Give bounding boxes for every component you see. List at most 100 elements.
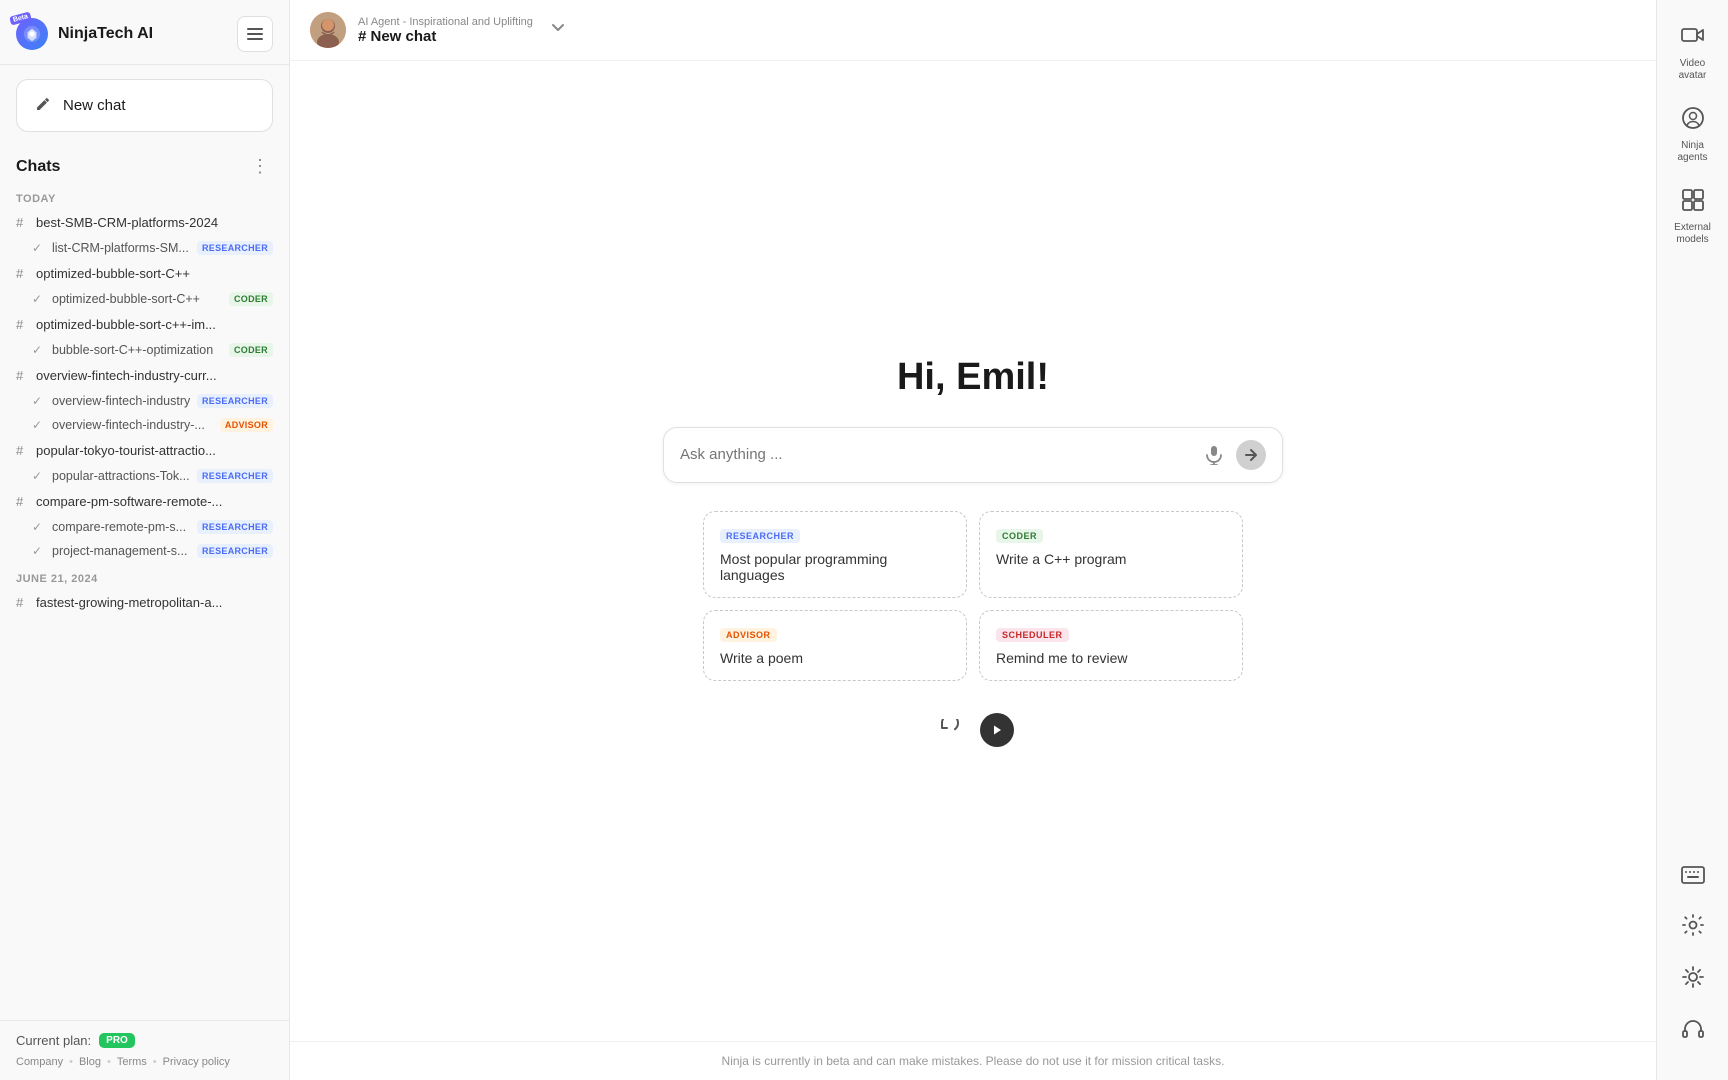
right-nav-ninja-label: Ninja agents (1670, 140, 1716, 164)
footer-blog-link[interactable]: Blog (79, 1056, 101, 1068)
badge-advisor: ADVISOR (220, 418, 273, 432)
chat-group-label: compare-pm-software-remote-... (36, 494, 273, 509)
gear-icon (1682, 914, 1704, 936)
sidebar: Beta NinjaTech AI New chat (0, 0, 290, 1080)
send-icon (1244, 448, 1258, 462)
chats-title: Chats (16, 158, 60, 176)
right-sidebar: Video avatar Ninja agents External model… (1656, 0, 1728, 1080)
hash-icon: # (16, 266, 30, 281)
grid-icon (1681, 188, 1705, 212)
ninja-icon (1681, 106, 1705, 130)
sub-label: list-CRM-platforms-SM... (52, 241, 191, 255)
right-nav-theme[interactable] (1662, 956, 1724, 1004)
card-badge-scheduler: SCHEDULER (996, 628, 1069, 642)
footer-dot: • (153, 1056, 157, 1068)
chat-group-tokyo[interactable]: # popular-tokyo-tourist-attractio... (8, 437, 281, 464)
chats-menu-button[interactable]: ⋮ (247, 154, 273, 179)
right-nav-external-models[interactable]: External models (1662, 178, 1724, 256)
theme-icon (1682, 966, 1704, 994)
date-label-june: JUNE 21, 2024 (8, 563, 281, 589)
sub-label: project-management-s... (52, 544, 191, 558)
check-icon: ✓ (32, 394, 46, 408)
right-nav-keyboard[interactable] (1662, 854, 1724, 900)
ninja-logo-icon (23, 25, 41, 43)
chat-sub-project-mgmt[interactable]: ✓ project-management-s... RESEARCHER (8, 539, 281, 563)
chat-group-label: optimized-bubble-sort-C++ (36, 266, 273, 281)
chat-sub-fintech-industry[interactable]: ✓ overview-fintech-industry RESEARCHER (8, 389, 281, 413)
sub-label: compare-remote-pm-s... (52, 520, 191, 534)
hash-icon: # (16, 595, 30, 610)
card-text-researcher: Most popular programming languages (720, 551, 950, 583)
dropdown-button[interactable] (549, 19, 567, 42)
chat-group-best-smb[interactable]: # best-SMB-CRM-platforms-2024 (8, 209, 281, 236)
sub-label: overview-fintech-industry (52, 394, 191, 408)
notice-text: Ninja is currently in beta and can make … (722, 1054, 1225, 1068)
right-nav-video-label: Video avatar (1670, 58, 1716, 82)
right-nav-ninja-agents[interactable]: Ninja agents (1662, 96, 1724, 174)
card-badge-researcher: RESEARCHER (720, 529, 800, 543)
hash-icon: # (16, 494, 30, 509)
badge-researcher: RESEARCHER (197, 394, 273, 408)
chat-sub-bubble-opt[interactable]: ✓ bubble-sort-C++-optimization CODER (8, 338, 281, 362)
suggestion-card-scheduler[interactable]: SCHEDULER Remind me to review (979, 610, 1243, 681)
suggestion-card-advisor[interactable]: ADVISOR Write a poem (703, 610, 967, 681)
video-icon (1681, 26, 1705, 54)
suggestion-card-researcher[interactable]: RESEARCHER Most popular programming lang… (703, 511, 967, 598)
footer-links: Company • Blog • Terms • Privacy policy (16, 1056, 273, 1068)
chat-sub-remote-pm[interactable]: ✓ compare-remote-pm-s... RESEARCHER (8, 515, 281, 539)
chats-header: Chats ⋮ (8, 146, 281, 183)
chevron-down-icon (549, 19, 567, 37)
chat-sub-tokyo[interactable]: ✓ popular-attractions-Tok... RESEARCHER (8, 464, 281, 488)
badge-researcher: RESEARCHER (197, 241, 273, 255)
right-nav-headset[interactable] (1662, 1008, 1724, 1056)
chat-group-pm[interactable]: # compare-pm-software-remote-... (8, 488, 281, 515)
input-area (663, 427, 1283, 483)
sub-label: optimized-bubble-sort-C++ (52, 292, 223, 306)
chat-group-label: fastest-growing-metropolitan-a... (36, 595, 273, 610)
chat-content: Hi, Emil! (290, 61, 1656, 1041)
chat-input[interactable] (680, 446, 1192, 463)
chat-group-optimized-bubble[interactable]: # optimized-bubble-sort-C++ (8, 260, 281, 287)
check-icon: ✓ (32, 292, 46, 306)
footer-terms-link[interactable]: Terms (117, 1056, 147, 1068)
chat-group-label: best-SMB-CRM-platforms-2024 (36, 215, 273, 230)
greeting: Hi, Emil! (897, 356, 1049, 399)
chat-group-fintech[interactable]: # overview-fintech-industry-curr... (8, 362, 281, 389)
bottom-notice: Ninja is currently in beta and can make … (290, 1041, 1656, 1080)
play-button[interactable] (980, 713, 1014, 747)
menu-button[interactable] (237, 16, 273, 52)
footer-privacy-link[interactable]: Privacy policy (163, 1056, 230, 1068)
hash-icon: # (16, 215, 30, 230)
chat-sub-fintech-advisor[interactable]: ✓ overview-fintech-industry-... ADVISOR (8, 413, 281, 437)
new-chat-button[interactable]: New chat (16, 79, 273, 132)
new-chat-label: New chat (63, 97, 126, 114)
refresh-button[interactable] (932, 713, 966, 747)
agent-avatar-img (310, 12, 346, 48)
card-text-scheduler: Remind me to review (996, 650, 1226, 666)
chat-group-label: overview-fintech-industry-curr... (36, 368, 273, 383)
sub-label: overview-fintech-industry-... (52, 418, 214, 432)
keyboard-svg-icon (1681, 866, 1705, 884)
chat-sub-list-crm[interactable]: ✓ list-CRM-platforms-SM... RESEARCHER (8, 236, 281, 260)
right-nav-settings[interactable] (1662, 904, 1724, 952)
send-button[interactable] (1236, 440, 1266, 470)
check-icon: ✓ (32, 343, 46, 357)
external-models-icon (1681, 188, 1705, 218)
card-badge-coder: CODER (996, 529, 1043, 543)
mic-button[interactable] (1202, 443, 1226, 467)
chat-sub-optimized-bubble[interactable]: ✓ optimized-bubble-sort-C++ CODER (8, 287, 281, 311)
ninja-agents-icon (1681, 106, 1705, 136)
chat-group-fastest-growing[interactable]: # fastest-growing-metropolitan-a... (8, 589, 281, 616)
keyboard-icon (1681, 864, 1705, 890)
input-box (663, 427, 1283, 483)
right-nav-video-avatar[interactable]: Video avatar (1662, 16, 1724, 92)
card-text-advisor: Write a poem (720, 650, 950, 666)
suggestion-card-coder[interactable]: CODER Write a C++ program (979, 511, 1243, 598)
card-text-coder: Write a C++ program (996, 551, 1226, 567)
badge-coder: CODER (229, 292, 273, 306)
chat-title: # New chat (358, 28, 533, 45)
footer-company-link[interactable]: Company (16, 1056, 63, 1068)
chat-bottom-controls (932, 713, 1014, 747)
check-icon: ✓ (32, 241, 46, 255)
chat-group-bubble-im[interactable]: # optimized-bubble-sort-c++-im... (8, 311, 281, 338)
